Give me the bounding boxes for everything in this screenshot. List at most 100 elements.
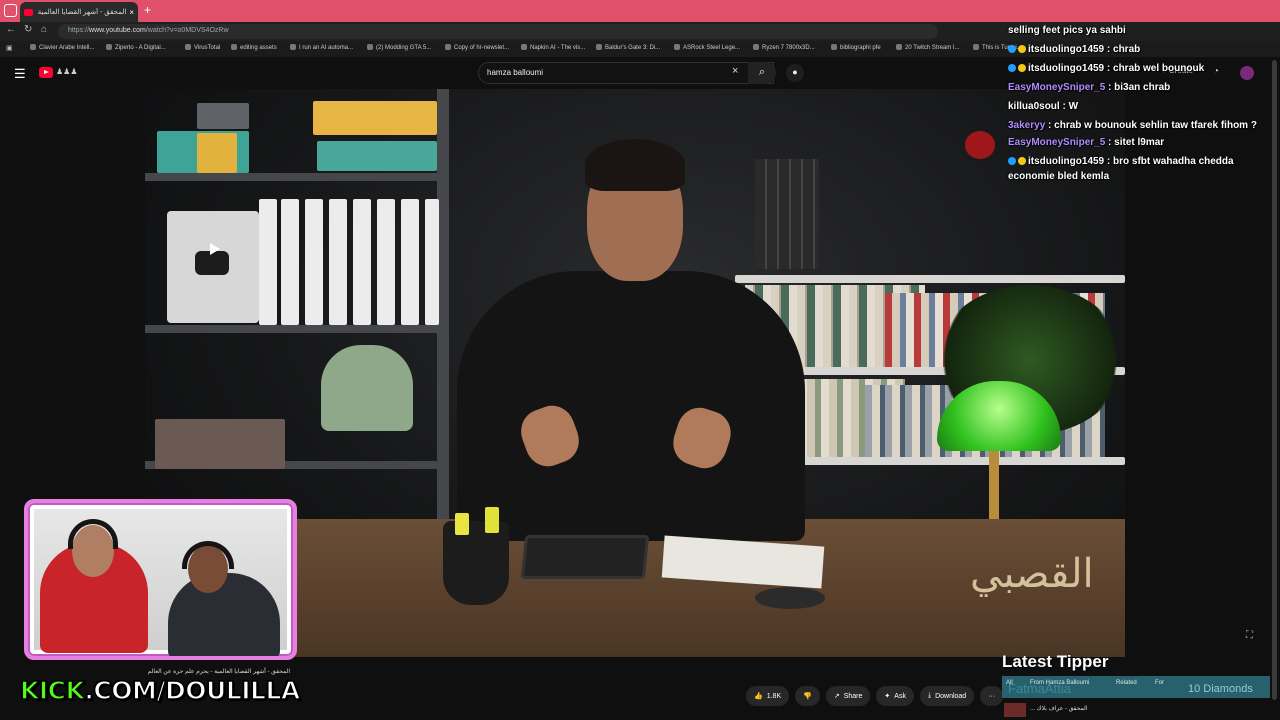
like-button[interactable]: 👍 1.8K <box>746 686 790 706</box>
latest-tipper-label: Latest Tipper <box>1002 652 1109 671</box>
more-icon: ··· <box>988 692 996 700</box>
related-video-thumbnail[interactable] <box>1004 703 1026 717</box>
subscriber-badge-icon <box>1008 64 1016 72</box>
refresh-icon[interactable]: ↻ <box>24 24 32 35</box>
silver-play-button-award <box>167 211 259 323</box>
search-icon: ⌕ <box>758 66 766 78</box>
chat-message: itsduolingo1459 : bro sfbt wahadha chedd… <box>1008 152 1276 184</box>
chat-message: selling feet pics ya sahbi <box>1008 21 1276 40</box>
youtube-favicon-icon <box>24 8 33 16</box>
back-icon[interactable]: ← <box>6 24 16 35</box>
browser-tab-bar <box>0 0 1280 22</box>
bookmark-item[interactable]: Napkin AI - The vis... <box>521 44 585 51</box>
kick-prefix: KICK <box>19 675 85 706</box>
dislike-button[interactable]: 👎 <box>795 686 820 706</box>
apps-icon[interactable]: ▣ <box>6 44 13 52</box>
fullscreen-icon[interactable]: ⛶ <box>1246 630 1253 641</box>
chat-text: : sitet l9mar <box>1108 137 1165 148</box>
share-label: Share <box>843 692 863 700</box>
stacked-books <box>155 419 285 469</box>
subscriber-badge-icon <box>1008 45 1016 53</box>
bookmark-item[interactable]: ASRock Steel Lege... <box>674 44 740 51</box>
chat-username: EasyMoneySniper_5 <box>1008 82 1109 93</box>
chat-username: itsduolingo1459 <box>1028 63 1107 74</box>
url-input[interactable]: https://www.youtube.com/watch?v=o0MDVS4O… <box>58 24 938 39</box>
download-button[interactable]: ⤓ Download <box>919 686 975 706</box>
screen: المحقق - أشهر القضايا العالمية - م... × … <box>0 0 1280 720</box>
browser-tab-active[interactable]: المحقق - أشهر القضايا العالمية - م... × <box>20 2 138 22</box>
bookmark-item[interactable]: editing assets <box>231 44 277 51</box>
url-prefix: https:// <box>68 27 90 34</box>
chat-text: : chrab <box>1106 44 1141 55</box>
bookmark-item[interactable]: (2) Modding GTA 5... <box>367 44 431 51</box>
binder <box>305 199 323 325</box>
new-tab-button[interactable]: + <box>144 3 151 17</box>
tab-title: المحقق - أشهر القضايا العالمية - م... <box>37 9 127 16</box>
youtube-logo-doodle-icon[interactable]: ♟♟♟ <box>56 67 78 76</box>
channel-logo-icon <box>965 131 995 159</box>
clear-search-icon[interactable]: × <box>732 65 738 77</box>
chat-message: killua0soul : W <box>1008 97 1276 116</box>
share-button[interactable]: ↗ Share <box>825 686 871 706</box>
video-action-bar: 👍 1.8K 👎 ↗ Share ✦ Ask ⤓ Download ··· <box>746 686 1004 706</box>
search-input[interactable]: hamza balloumi <box>478 62 774 84</box>
bookmark-item[interactable]: 20 Twitch Stream I... <box>896 44 960 51</box>
binder <box>259 199 277 325</box>
chat-message: EasyMoneySniper_5 : bi3an chrab <box>1008 78 1276 97</box>
home-icon[interactable]: ⌂ <box>41 24 47 35</box>
bookmark-item[interactable]: VirusTotal <box>185 44 220 51</box>
stream-chat-overlay: selling feet pics ya sahbi itsduolingo145… <box>1008 21 1276 184</box>
binder <box>401 199 419 325</box>
ask-button[interactable]: ✦ Ask <box>876 686 914 706</box>
share-icon: ↗ <box>833 693 840 700</box>
chat-username: itsduolingo1459 <box>1028 156 1107 167</box>
bookmark-item[interactable]: Clavier Arabe Intell... <box>30 44 94 51</box>
bookmark-item[interactable]: Baldur's Gate 3: Di... <box>596 44 660 51</box>
info-badge-icon <box>1018 157 1026 165</box>
chat-message: 3akeryy : chrab w bounouk sehlin taw tfa… <box>1008 116 1276 133</box>
pen-cup <box>443 521 509 605</box>
tip-amount: 10 Diamonds <box>1188 683 1253 695</box>
binder <box>281 199 299 325</box>
more-actions-button[interactable]: ··· <box>980 686 1004 706</box>
bookmark-item[interactable]: Copy of hr-newslet... <box>445 44 509 51</box>
storage-box <box>197 133 237 173</box>
bookmark-item[interactable]: I run an AI automa... <box>290 44 353 51</box>
chip-related[interactable]: Related <box>1116 680 1137 686</box>
bookmark-item[interactable]: Ziperto - A Digital... <box>106 44 166 51</box>
white-shelf <box>735 275 1125 283</box>
download-icon: ⤓ <box>927 692 932 699</box>
bookmark-item[interactable]: bibliographi pfe <box>831 44 881 51</box>
binder <box>353 199 371 325</box>
binder <box>377 199 395 325</box>
chip-for-you[interactable]: For <box>1155 680 1164 686</box>
tab-close-icon[interactable]: × <box>129 8 134 17</box>
window-menu-icon[interactable] <box>4 4 17 17</box>
shelf <box>145 173 445 181</box>
presenter-hair <box>585 139 685 191</box>
hamburger-menu-icon[interactable]: ☰ <box>14 66 26 82</box>
chat-text: : chrab wel bounouk <box>1106 63 1205 74</box>
magnifier <box>755 587 825 609</box>
tablet <box>520 535 650 579</box>
sparkle-icon: ✦ <box>884 693 891 700</box>
chat-username: itsduolingo1459 <box>1028 44 1107 55</box>
chat-username: EasyMoneySniper_5 <box>1008 137 1109 148</box>
ask-label: Ask <box>894 692 906 700</box>
related-video-title[interactable]: المحقق - عراف بلاك ... <box>1030 705 1088 712</box>
bookmark-item[interactable]: Ryzen 7 7800x3D... <box>753 44 815 51</box>
chip-from-channel[interactable]: From Hamza Balloumi <box>1030 680 1089 686</box>
chat-text: selling feet pics ya sahbi <box>1008 25 1126 36</box>
chat-username: 3akeryy <box>1008 120 1049 131</box>
search-button[interactable]: ⌕ <box>748 62 776 84</box>
play-award-triangle-icon <box>210 243 220 255</box>
subscriber-badge-icon <box>1008 157 1016 165</box>
binder <box>425 199 439 325</box>
chat-username: killua0soul <box>1008 101 1063 112</box>
chip-all[interactable]: All <box>1006 680 1013 686</box>
storage-box <box>197 103 249 129</box>
thumbs-down-icon: 👎 <box>803 693 812 700</box>
voice-search-button[interactable]: ● <box>786 64 804 82</box>
page-scrollbar[interactable] <box>1272 60 1277 700</box>
youtube-logo-icon[interactable] <box>39 67 53 78</box>
